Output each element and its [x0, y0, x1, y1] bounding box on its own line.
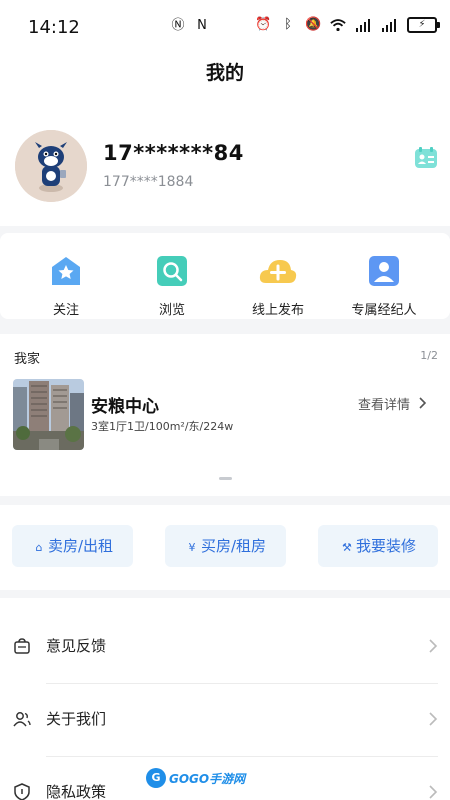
quick-action-publish[interactable]: 线上发布 — [233, 255, 323, 318]
quick-action-label: 关注 — [52, 303, 79, 318]
wifi-icon — [330, 19, 346, 32]
cloud-plus-icon — [259, 260, 297, 283]
menu-item-feedback[interactable]: 意见反馈 — [0, 612, 450, 684]
search-icon — [157, 256, 187, 286]
service-label: 卖房/出租 — [47, 537, 114, 555]
signal-icon — [356, 19, 370, 32]
buy-rent-button[interactable]: ¥ 买房/租房 — [165, 525, 286, 567]
menu-item-label: 隐私政策 — [46, 783, 107, 800]
avatar[interactable] — [15, 130, 87, 202]
users-icon — [13, 712, 31, 727]
house-icon: ⌂ — [35, 541, 43, 554]
house-name: 安粮中心 — [91, 397, 159, 417]
my-home-section: 我家 1/2 安粮中心 3室1厅1卫/100m²/东/224w 查看详情 — [0, 334, 450, 496]
menu-item-about[interactable]: 关于我们 — [0, 685, 450, 757]
chevron-right-icon — [429, 785, 438, 799]
mascot-icon — [15, 130, 87, 202]
nfc-alt-icon: Ⓝ — [171, 18, 185, 33]
service-buttons: ⌂ 卖房/出租 ¥ 买房/租房 ⚒ 我要装修 — [0, 505, 450, 590]
quick-action-agent[interactable]: 专属经纪人 — [339, 255, 429, 318]
watermark-text: GOGO手游网 — [169, 771, 246, 786]
nav-bar: 我的 — [0, 52, 450, 92]
house-info: 3室1厅1卫/100m²/东/224w — [91, 420, 234, 433]
sell-rent-button[interactable]: ⌂ 卖房/出租 — [12, 525, 133, 567]
quick-action-label: 线上发布 — [251, 303, 304, 318]
service-label: 我要装修 — [355, 537, 416, 555]
status-left-icons: Ⓝ N — [170, 18, 210, 34]
signal-icon — [382, 19, 396, 32]
feedback-bag-icon — [14, 638, 30, 654]
roller-icon: ⚒ — [342, 541, 352, 554]
phone-number: 177****1884 — [103, 174, 194, 190]
nfc-icon: N — [197, 18, 207, 33]
watermark-logo: G GOGO手游网 — [146, 768, 245, 788]
quick-action-label: 浏览 — [158, 303, 185, 318]
pager-indicator — [219, 477, 232, 480]
building-photo — [13, 379, 84, 450]
chevron-right-icon — [429, 712, 438, 726]
service-label: 买房/租房 — [200, 537, 267, 555]
divider — [46, 683, 438, 684]
alarm-icon: ⏰ — [255, 17, 272, 32]
chevron-right-icon — [429, 639, 438, 653]
status-bar: 14:12 Ⓝ N ⏰ ᛒ 🔕 ⚡ — [0, 0, 450, 52]
phone-masked: 17*******84 — [103, 141, 244, 165]
page-indicator: 1/2 — [420, 349, 438, 362]
contact-card-icon[interactable] — [414, 146, 438, 170]
section-title: 我家 — [14, 352, 41, 367]
house-photo[interactable] — [13, 379, 84, 450]
menu-item-label: 关于我们 — [46, 710, 107, 728]
quick-actions: 关注 浏览 线上发布 专属经纪人 — [0, 233, 450, 319]
yuan-icon: ¥ — [188, 541, 196, 554]
agent-icon — [369, 256, 399, 286]
watermark-badge: G — [146, 768, 166, 788]
shield-icon — [14, 783, 30, 800]
chevron-right-icon — [419, 397, 427, 409]
profile-section[interactable]: 17*******84 177****1884 — [0, 92, 450, 226]
divider — [46, 756, 438, 757]
mute-icon: 🔕 — [305, 17, 322, 32]
bluetooth-icon: ᛒ — [284, 17, 292, 32]
menu-item-label: 意见反馈 — [46, 637, 107, 655]
star-icon — [52, 257, 80, 285]
status-time: 14:12 — [28, 17, 80, 38]
quick-action-follow[interactable]: 关注 — [21, 255, 111, 318]
view-details-link[interactable]: 查看详情 — [358, 394, 427, 413]
quick-action-browse[interactable]: 浏览 — [127, 255, 217, 318]
page-title: 我的 — [205, 62, 244, 84]
battery-icon: ⚡ — [407, 17, 440, 33]
view-details-label: 查看详情 — [358, 398, 411, 413]
renovation-button[interactable]: ⚒ 我要装修 — [318, 525, 438, 567]
quick-action-label: 专属经纪人 — [351, 303, 417, 318]
status-right-icons: ⏰ ᛒ 🔕 ⚡ — [255, 17, 440, 33]
